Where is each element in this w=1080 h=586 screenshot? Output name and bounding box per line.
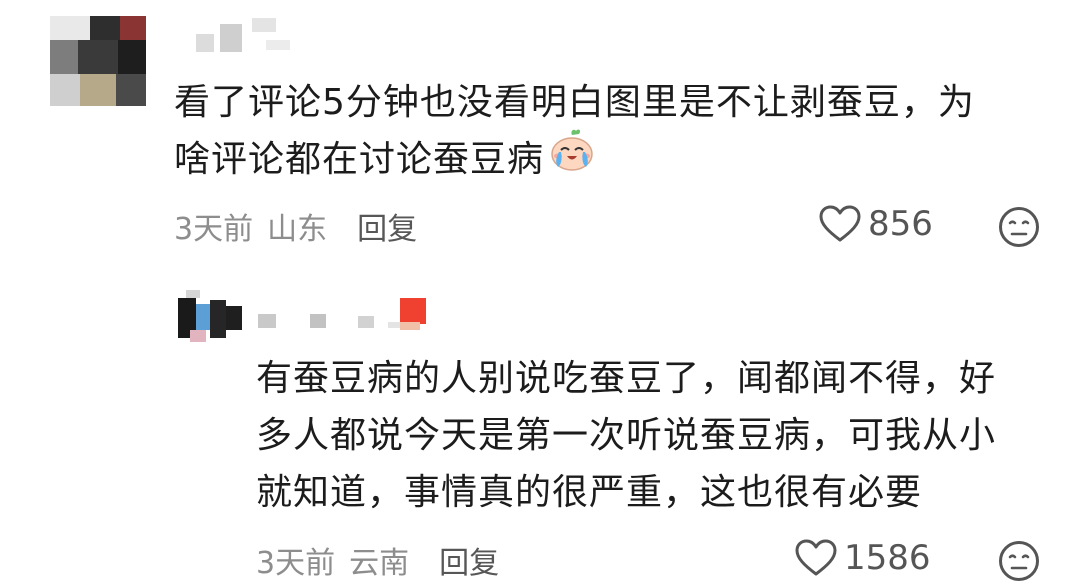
like-count: 856	[868, 204, 933, 244]
comment-line: 多人都说今天是第一次听说蚕豆病，可我从小	[256, 415, 997, 456]
comment-time: 3天前	[256, 546, 336, 581]
like-button[interactable]: 1586	[794, 538, 931, 578]
like-button[interactable]: 856	[818, 204, 933, 244]
avatar[interactable]	[178, 290, 242, 348]
comment-text: 看了评论5分钟也没看明白图里是不让剥蚕豆，为 啥评论都在讨论蚕豆病	[174, 74, 975, 190]
heart-outline-icon	[795, 539, 837, 576]
comment-line: 啥评论都在讨论蚕豆病	[174, 139, 545, 180]
username-blurred[interactable]	[258, 296, 438, 336]
comment-text: 有蚕豆病的人别说吃蚕豆了，闻都闻不得，好 多人都说今天是第一次听说蚕豆病，可我从…	[256, 350, 996, 521]
comment-location: 云南	[349, 546, 410, 581]
like-count: 1586	[844, 538, 931, 578]
neutral-face-icon	[999, 207, 1039, 247]
username-blurred[interactable]	[196, 14, 306, 54]
comment-line: 就知道，事情真的很严重，这也很有必要	[256, 472, 923, 513]
crying-face-emoji-icon	[548, 125, 596, 190]
neutral-face-icon	[999, 541, 1039, 581]
reply-button[interactable]: 回复	[357, 204, 417, 248]
avatar[interactable]	[50, 16, 146, 106]
comment-line: 看了评论5分钟也没看明白图里是不让剥蚕豆，为	[174, 82, 975, 123]
comment-location: 山东	[267, 212, 328, 247]
heart-outline-icon	[819, 205, 861, 242]
comment-line: 有蚕豆病的人别说吃蚕豆了，闻都闻不得，好	[256, 358, 997, 399]
dislike-button[interactable]	[998, 540, 1040, 586]
comment-meta: 3天前 云南 回复	[256, 538, 499, 582]
dislike-button[interactable]	[998, 206, 1040, 252]
comment-time: 3天前	[174, 212, 254, 247]
comment-line-with-emoji: 啥评论都在讨论蚕豆病	[174, 129, 975, 190]
comment-meta: 3天前 山东 回复	[174, 204, 417, 248]
reply-button[interactable]: 回复	[439, 538, 499, 582]
